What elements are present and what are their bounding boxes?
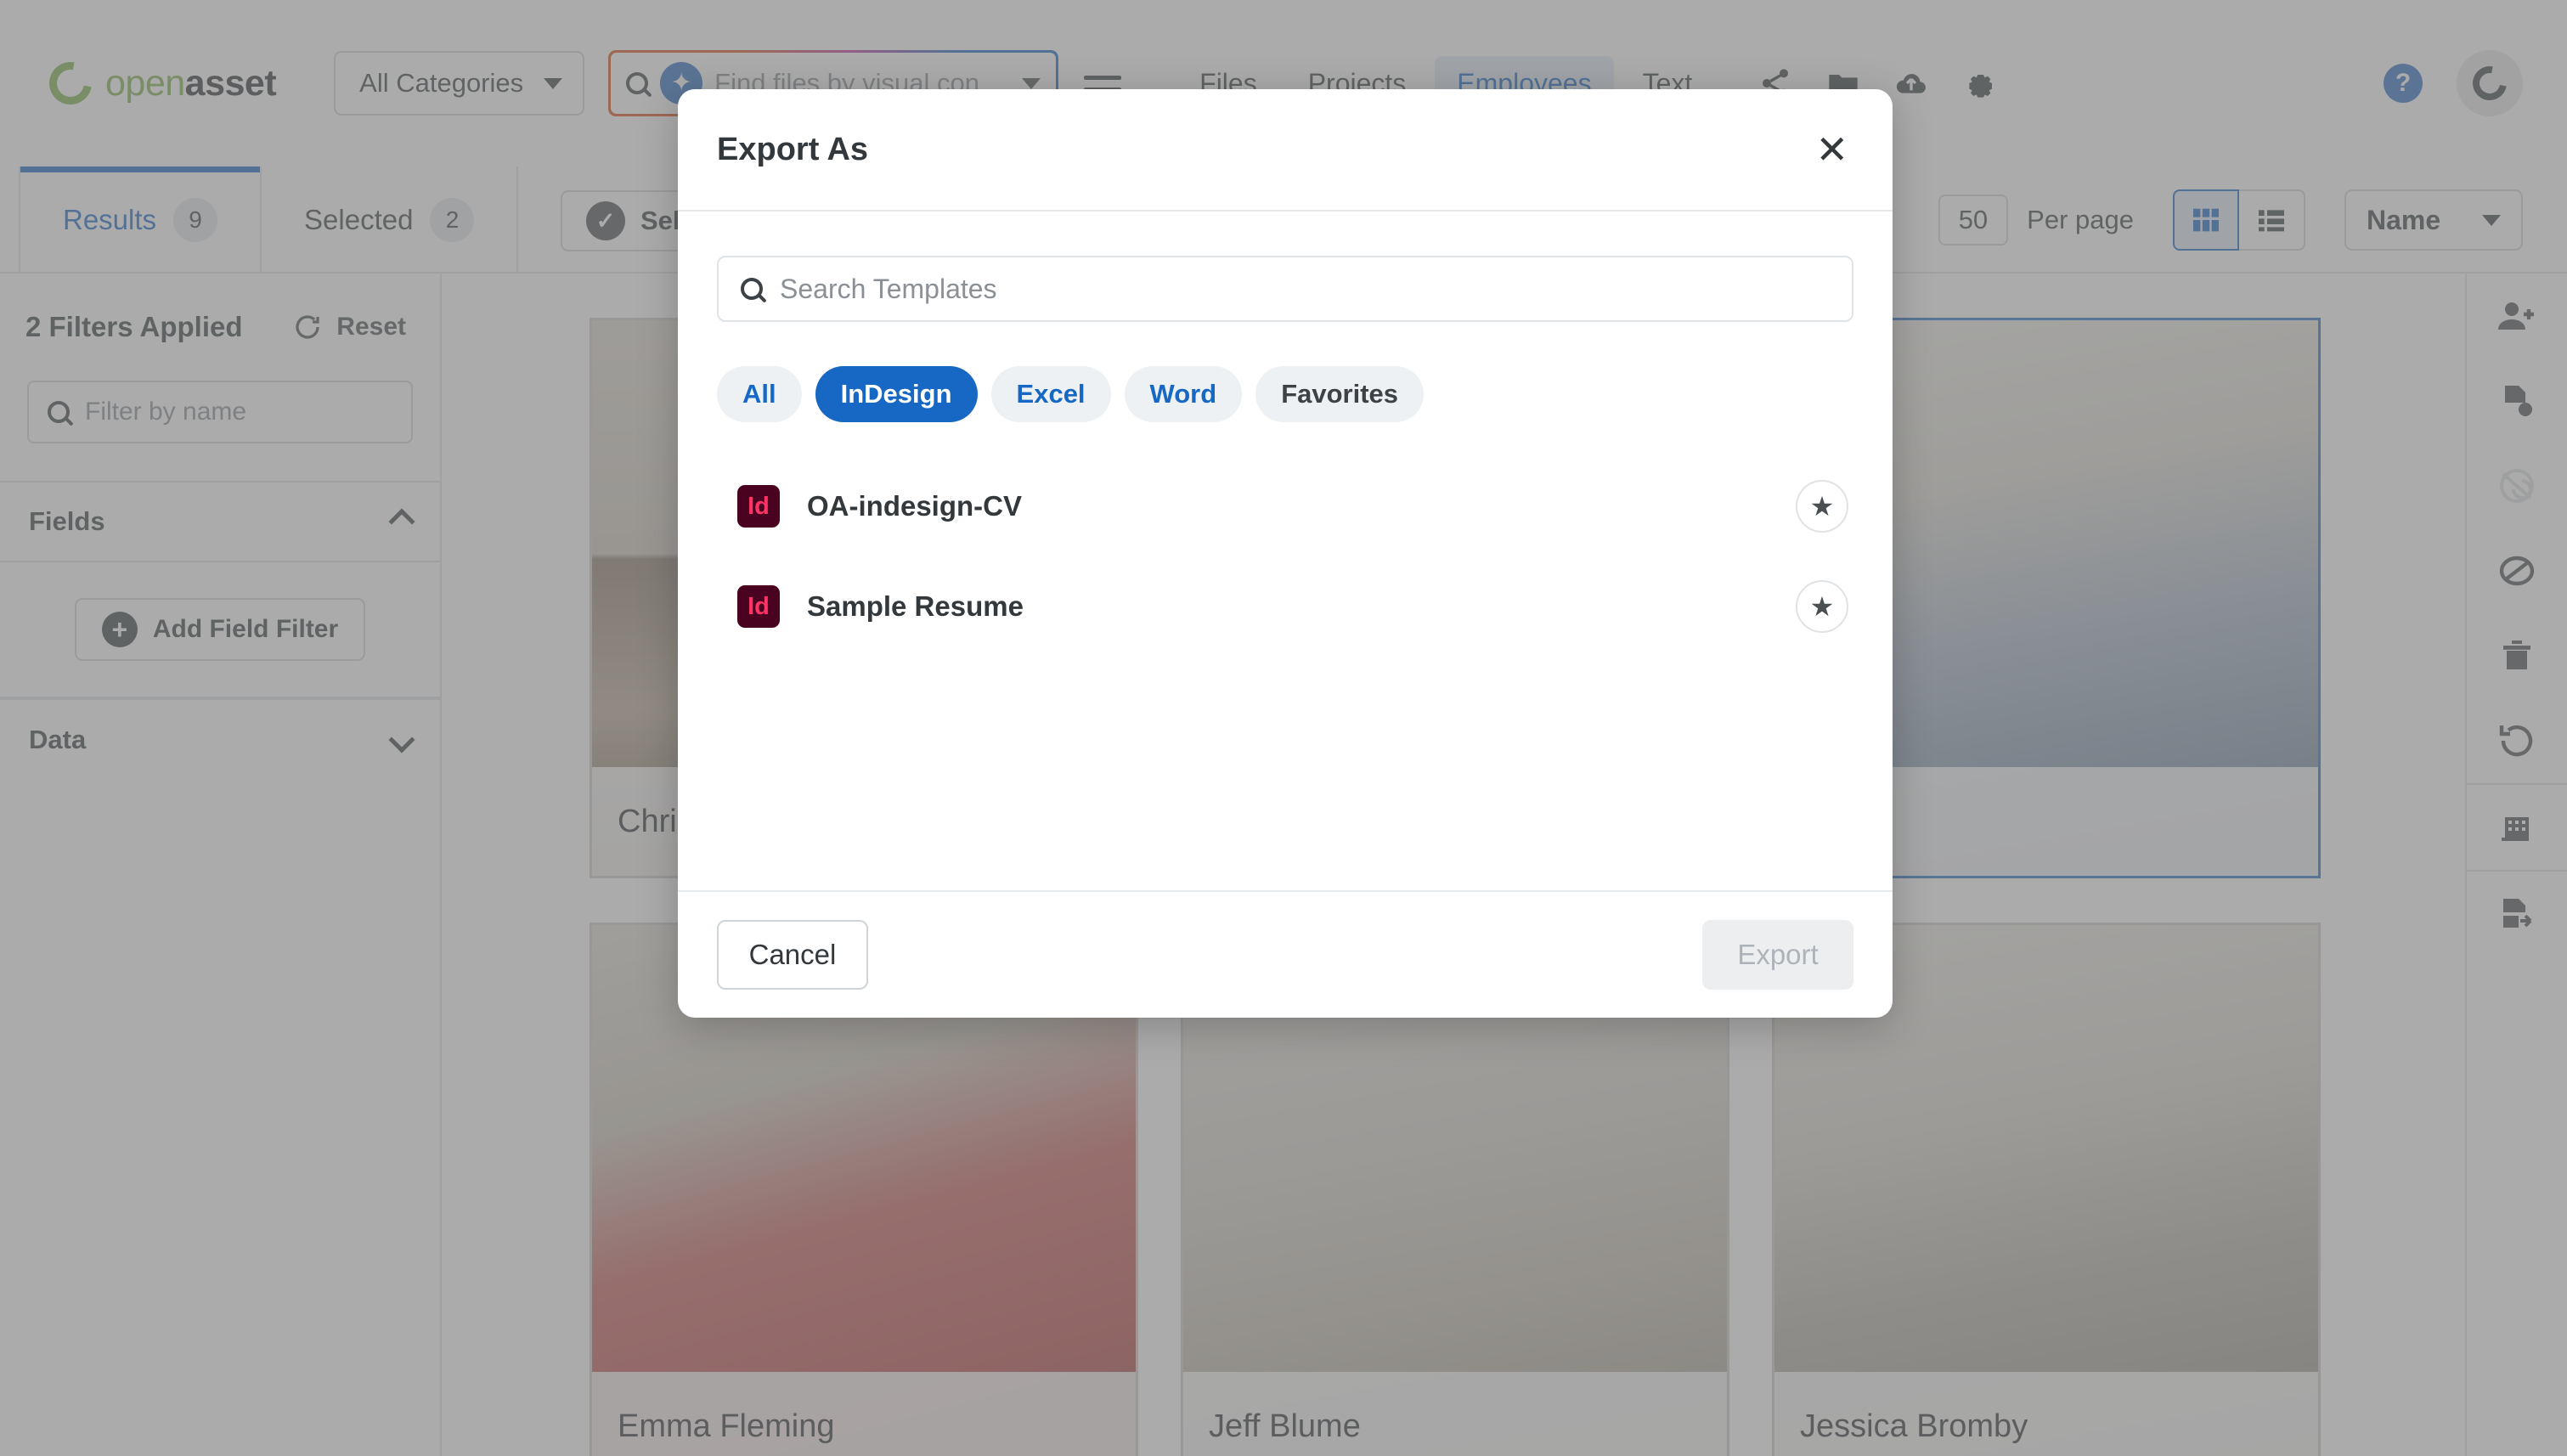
search-templates-placeholder: Search Templates [780, 273, 997, 304]
export-as-modal: Export As ✕ Search Templates All InDesig… [678, 89, 1893, 1018]
star-icon[interactable]: ★ [1796, 480, 1848, 533]
template-row[interactable]: Id OA-indesign-CV ★ [717, 456, 1853, 556]
indesign-icon: Id [737, 585, 780, 628]
modal-footer: Cancel Export [678, 890, 1893, 1018]
search-icon [741, 278, 763, 300]
export-button[interactable]: Export [1702, 920, 1853, 990]
indesign-icon: Id [737, 485, 780, 528]
template-list: Id OA-indesign-CV ★ Id Sample Resume ★ [717, 456, 1853, 657]
template-row[interactable]: Id Sample Resume ★ [717, 556, 1853, 657]
pill-favorites[interactable]: Favorites [1255, 366, 1425, 422]
template-name: OA-indesign-CV [807, 490, 1022, 522]
search-templates-input[interactable]: Search Templates [717, 256, 1853, 322]
template-name: Sample Resume [807, 590, 1024, 622]
modal-header: Export As ✕ [678, 89, 1893, 212]
modal-body: Search Templates All InDesign Excel Word… [678, 212, 1893, 890]
pill-indesign[interactable]: InDesign [815, 366, 978, 422]
cancel-button[interactable]: Cancel [717, 920, 868, 990]
pill-excel[interactable]: Excel [990, 366, 1111, 422]
app-root: openasset All Categories ✦ Find files by… [0, 0, 2567, 1456]
pill-word[interactable]: Word [1124, 366, 1243, 422]
star-icon[interactable]: ★ [1796, 580, 1848, 633]
modal-title: Export As [717, 131, 869, 167]
close-icon[interactable]: ✕ [1815, 130, 1848, 169]
template-filter-pills: All InDesign Excel Word Favorites [717, 366, 1853, 422]
pill-all[interactable]: All [717, 366, 802, 422]
